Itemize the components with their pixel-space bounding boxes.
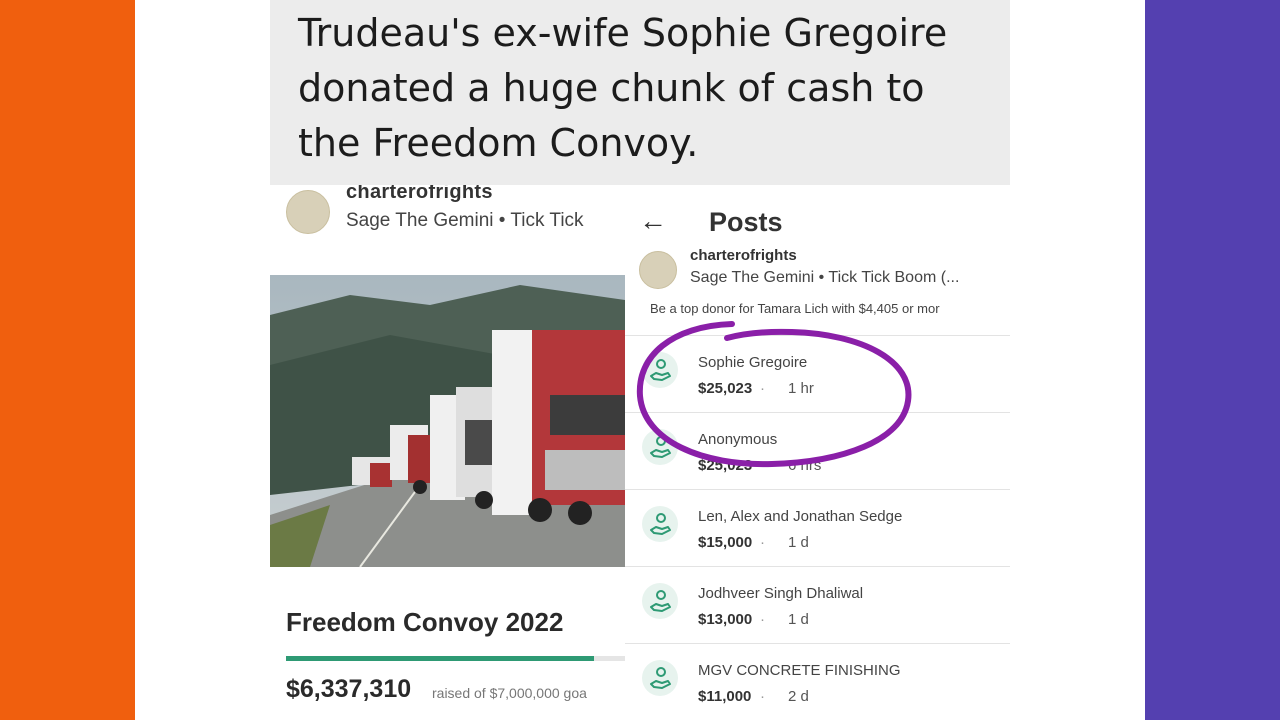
donor-hand-icon	[642, 429, 678, 465]
separator-dot: ·	[760, 611, 765, 628]
donor-hand-icon	[642, 660, 678, 696]
page-title: Posts	[709, 207, 783, 237]
donor-hand-icon	[642, 583, 678, 619]
donation-amount: $13,000	[698, 611, 753, 628]
donation-row[interactable]: Sophie Gregoire $25,023 · 1 hr	[625, 336, 1010, 413]
separator-dot: ·	[760, 534, 765, 551]
caption-line-1: Trudeau's ex-wife Sophie Gregoire	[298, 11, 948, 55]
song-label[interactable]: Sage The Gemini • Tick Tick	[346, 210, 584, 232]
right-color-bar	[1145, 0, 1280, 720]
top-donor-promo[interactable]: Be a top donor for Tamara Lich with $4,4…	[650, 301, 940, 316]
account-avatar[interactable]	[639, 251, 677, 289]
campaign-screenshot: charterofrights Sage The Gemini • Tick T…	[270, 185, 625, 720]
convoy-photo	[270, 275, 625, 567]
donation-amount: $25,023	[698, 380, 753, 397]
separator-dot: ·	[760, 457, 765, 474]
song-label[interactable]: Sage The Gemini • Tick Tick Boom (...	[690, 269, 959, 287]
donation-row[interactable]: Jodhveer Singh Dhaliwal $13,000 · 1 d	[625, 567, 1010, 644]
donation-amount: $15,000	[698, 534, 753, 551]
back-arrow-icon[interactable]: ←	[639, 205, 667, 237]
separator-dot: ·	[760, 380, 765, 397]
donor-hand-icon	[642, 506, 678, 542]
raised-amount: $6,337,310	[286, 675, 412, 703]
caption-text: Trudeau's ex-wife Sophie Gregoire donate…	[298, 6, 998, 171]
account-name[interactable]: charterofrights	[690, 247, 797, 264]
caption-box: Trudeau's ex-wife Sophie Gregoire donate…	[270, 0, 1010, 185]
goal-text: raised of $7,000,000 goa	[432, 685, 587, 701]
funding-progress-fill	[286, 656, 594, 661]
donor-name: MGV CONCRETE FINISHING	[698, 662, 901, 679]
donation-row[interactable]: Anonymous $25,023 · 6 hrs	[625, 413, 1010, 490]
account-avatar[interactable]	[286, 190, 330, 234]
donation-row[interactable]: Len, Alex and Jonathan Sedge $15,000 · 1 d	[625, 490, 1010, 567]
donor-hand-icon	[642, 352, 678, 388]
donation-time: 2 d	[788, 688, 809, 705]
caption-line-2: donated a huge chunk of cash to	[298, 66, 925, 110]
donor-name: Anonymous	[698, 431, 778, 448]
donation-amount: $11,000	[698, 688, 752, 705]
donor-name: Len, Alex and Jonathan Sedge	[698, 508, 903, 525]
donor-name: Jodhveer Singh Dhaliwal	[698, 585, 864, 602]
donation-time: 6 hrs	[788, 457, 822, 474]
left-color-bar	[0, 0, 135, 720]
separator-dot: ·	[760, 688, 765, 705]
donation-time: 1 d	[788, 611, 809, 628]
donation-time: 1 d	[788, 534, 809, 551]
donation-time: 1 hr	[788, 380, 814, 397]
donation-amount: $25,023	[698, 457, 753, 474]
account-name[interactable]: charterofrights	[346, 185, 493, 204]
caption-line-3: the Freedom Convoy.	[298, 121, 699, 165]
convoy-photo-image	[270, 275, 625, 567]
donor-name: Sophie Gregoire	[698, 354, 808, 371]
campaign-title[interactable]: Freedom Convoy 2022	[286, 607, 563, 638]
funding-progress-bar	[286, 656, 625, 661]
donations-screenshot: ← Posts charterofrights Sage The Gemini …	[625, 185, 1010, 720]
donation-row[interactable]: MGV CONCRETE FINISHING $11,000 · 2 d	[625, 644, 1010, 720]
